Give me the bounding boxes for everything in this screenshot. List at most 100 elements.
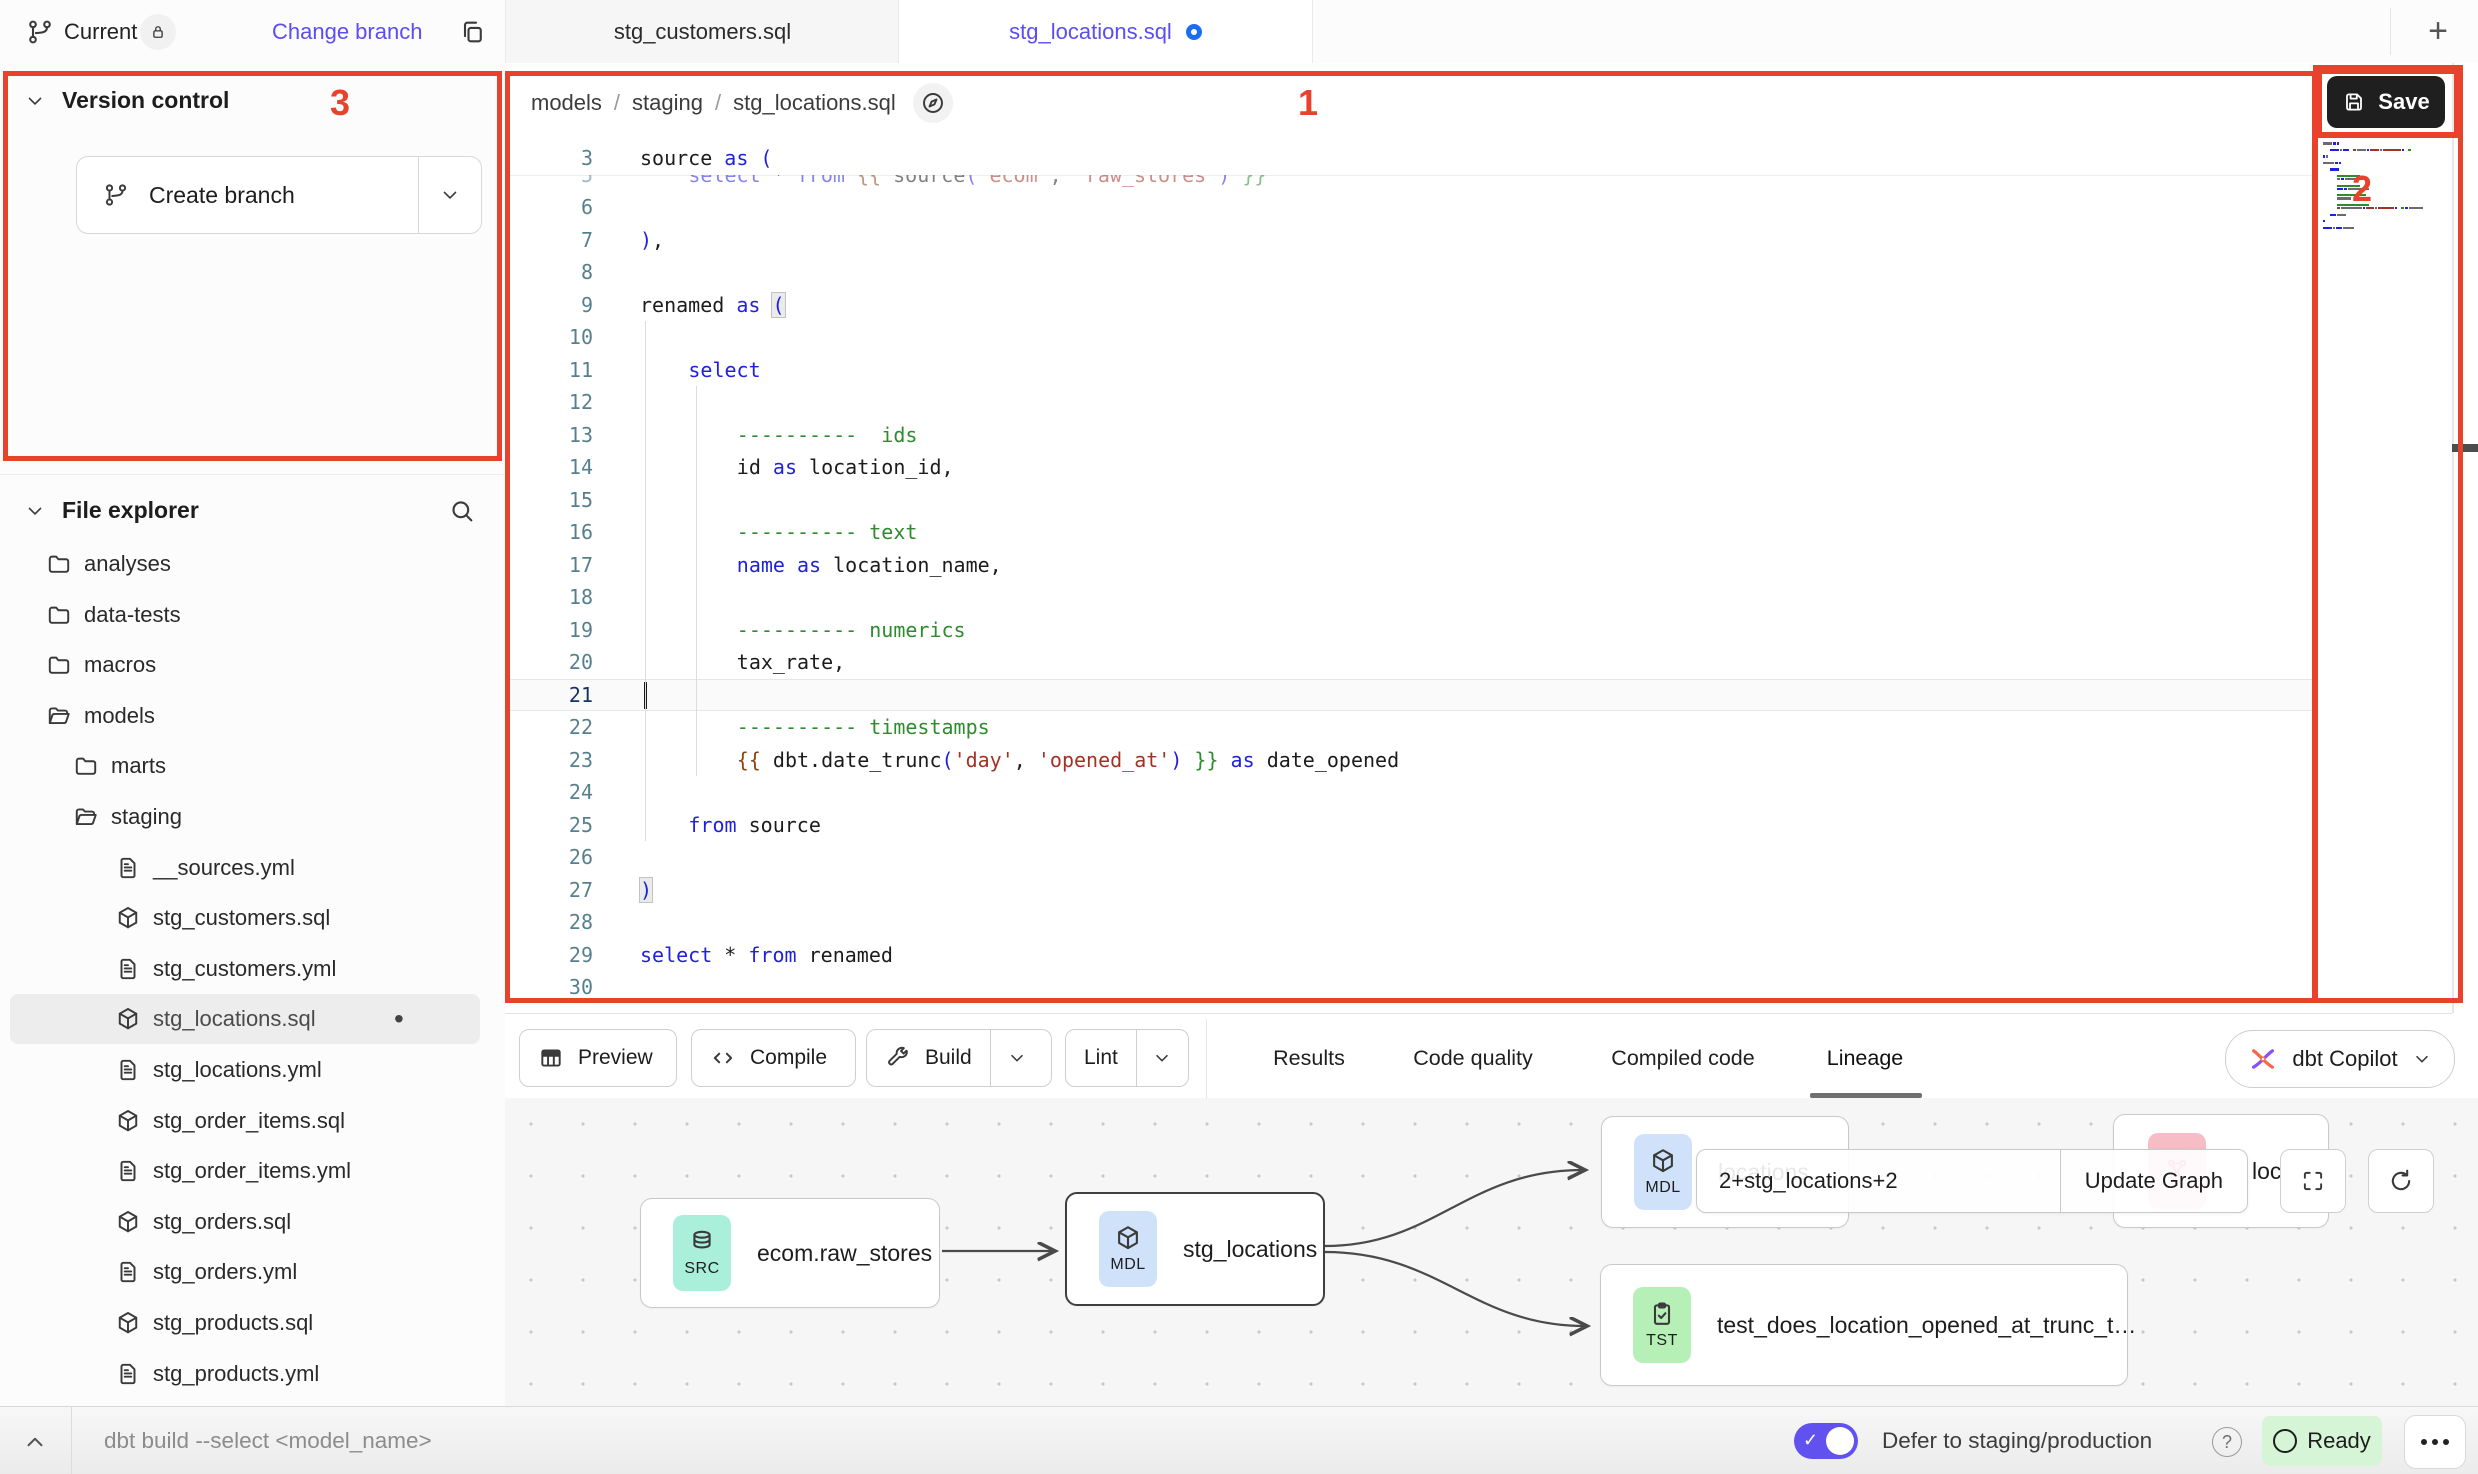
lineage-search-input[interactable]: 2+stg_locations+2 bbox=[1697, 1168, 2060, 1194]
new-tab-button[interactable]: + bbox=[2408, 0, 2468, 63]
lineage-refresh-button[interactable] bbox=[2368, 1149, 2434, 1213]
preview-button[interactable]: Preview bbox=[519, 1029, 677, 1087]
file-tree-item-data-tests[interactable]: data-tests bbox=[10, 590, 480, 640]
code-line-content bbox=[640, 776, 2312, 809]
code-line[interactable]: 7), bbox=[505, 224, 2312, 257]
file-tree-item-stg_locations-sql[interactable]: stg_locations.sql• bbox=[10, 994, 480, 1044]
code-line[interactable]: 28 bbox=[505, 906, 2312, 939]
code-line[interactable]: 26 bbox=[505, 841, 2312, 874]
lineage-search[interactable]: 2+stg_locations+2 Update Graph bbox=[1696, 1149, 2248, 1213]
tab-label: stg_locations.sql bbox=[1009, 19, 1172, 45]
code-line[interactable]: 25from source bbox=[505, 809, 2312, 842]
editor-minimap[interactable] bbox=[2323, 136, 2423, 232]
breadcrumb: models/staging/stg_locations.sql bbox=[531, 90, 896, 116]
line-number: 18 bbox=[505, 581, 605, 614]
copilot-compass-icon[interactable] bbox=[913, 83, 953, 123]
code-line[interactable]: 21 bbox=[505, 679, 2312, 712]
code-line[interactable]: 17name as location_name, bbox=[505, 549, 2312, 582]
file-tree-item-__sources-yml[interactable]: __sources.yml bbox=[10, 843, 480, 893]
lineage-node-src[interactable]: SRCecom.raw_stores bbox=[640, 1198, 940, 1308]
doc-icon bbox=[115, 855, 141, 881]
code-line[interactable]: 8 bbox=[505, 256, 2312, 289]
build-dropdown[interactable] bbox=[990, 1030, 1043, 1086]
code-editor[interactable]: 3source as (5select * from {{ source('ec… bbox=[505, 142, 2312, 1013]
code-line[interactable]: 30 bbox=[505, 971, 2312, 1004]
editor-tab-stg_locations-sql[interactable]: stg_locations.sql bbox=[898, 0, 1313, 63]
file-tree-item-models[interactable]: models bbox=[10, 691, 480, 741]
tab-code-quality[interactable]: Code quality bbox=[1413, 1019, 1533, 1098]
panel-resize-handle[interactable] bbox=[2452, 444, 2478, 452]
file-name: models bbox=[84, 703, 155, 729]
file-tree-item-marts[interactable]: marts bbox=[10, 741, 480, 791]
version-control-header[interactable]: Version control bbox=[24, 87, 229, 114]
button-label-wrap: Compile bbox=[692, 1045, 845, 1071]
code-line[interactable]: 23{{ dbt.date_trunc('day', 'opened_at') … bbox=[505, 744, 2312, 777]
code-line[interactable]: 20tax_rate, bbox=[505, 646, 2312, 679]
lineage-node-tst[interactable]: TSTtest_does_location_opened_at_trunc_t… bbox=[1600, 1264, 2128, 1386]
tab-results[interactable]: Results bbox=[1273, 1019, 1345, 1098]
button-label: Compile bbox=[750, 1046, 827, 1070]
compile-button[interactable]: Compile bbox=[691, 1029, 856, 1087]
code-line[interactable]: 29select * from renamed bbox=[505, 939, 2312, 972]
file-tree-item-stg_orders-sql[interactable]: stg_orders.sql bbox=[10, 1197, 480, 1247]
build-button[interactable]: Build bbox=[866, 1029, 1052, 1087]
code-line[interactable]: 12 bbox=[505, 386, 2312, 419]
create-branch-button[interactable]: Create branch bbox=[76, 156, 482, 234]
code-line[interactable]: 3source as ( bbox=[505, 142, 2312, 175]
more-options-button[interactable] bbox=[2404, 1415, 2466, 1469]
update-graph-button[interactable]: Update Graph bbox=[2060, 1150, 2247, 1212]
code-line[interactable]: 24 bbox=[505, 776, 2312, 809]
code-token: ( bbox=[772, 293, 784, 317]
defer-toggle[interactable]: ✓ bbox=[1794, 1423, 1858, 1459]
file-tree-item-stg_products-yml[interactable]: stg_products.yml bbox=[10, 1349, 480, 1399]
help-icon[interactable]: ? bbox=[2212, 1427, 2242, 1457]
file-explorer-header[interactable]: File explorer bbox=[24, 497, 199, 524]
code-line[interactable]: 19---------- numerics bbox=[505, 614, 2312, 647]
code-line[interactable]: 15 bbox=[505, 484, 2312, 517]
file-tree-item-stg_products-sql[interactable]: stg_products.sql bbox=[10, 1298, 480, 1348]
code-line[interactable]: 5select * from {{ source('ecom', 'raw_st… bbox=[505, 175, 2312, 191]
change-branch-link[interactable]: Change branch bbox=[272, 0, 422, 63]
copy-branch-icon[interactable] bbox=[458, 18, 486, 46]
status-ready-badge[interactable]: Ready bbox=[2262, 1416, 2382, 1466]
file-tree-item-stg_orders-yml[interactable]: stg_orders.yml bbox=[10, 1247, 480, 1297]
code-line[interactable]: 22---------- timestamps bbox=[505, 711, 2312, 744]
save-button[interactable]: Save bbox=[2327, 76, 2445, 128]
model-cube-icon bbox=[115, 1310, 141, 1336]
code-line[interactable]: 9renamed as ( bbox=[505, 289, 2312, 322]
file-tree-item-stg_order_items-sql[interactable]: stg_order_items.sql bbox=[10, 1096, 480, 1146]
lint-dropdown[interactable] bbox=[1136, 1030, 1188, 1086]
code-line[interactable]: 18 bbox=[505, 581, 2312, 614]
code-line[interactable]: 13---------- ids bbox=[505, 419, 2312, 452]
lint-button[interactable]: Lint bbox=[1065, 1029, 1189, 1087]
tab-lineage[interactable]: Lineage bbox=[1827, 1019, 1904, 1098]
file-tree-item-stg_order_items-yml[interactable]: stg_order_items.yml bbox=[10, 1146, 480, 1196]
minimap-line bbox=[2323, 210, 2423, 212]
file-tree-item-stg_locations-yml[interactable]: stg_locations.yml bbox=[10, 1045, 480, 1095]
lineage-node-mdl[interactable]: MDLstg_locations bbox=[1065, 1192, 1325, 1306]
code-line[interactable]: 14id as location_id, bbox=[505, 451, 2312, 484]
editor-tab-stg_customers-sql[interactable]: stg_customers.sql bbox=[505, 0, 900, 63]
chevron-up-icon[interactable] bbox=[22, 1429, 48, 1455]
command-input[interactable]: dbt build --select <model_name> bbox=[104, 1407, 432, 1474]
lineage-fullscreen-button[interactable] bbox=[2280, 1149, 2346, 1213]
file-tree-item-stg_customers-yml[interactable]: stg_customers.yml bbox=[10, 944, 480, 994]
code-token: renamed bbox=[809, 943, 893, 967]
file-tree-item-analyses[interactable]: analyses bbox=[10, 539, 480, 589]
code-line[interactable]: 16---------- text bbox=[505, 516, 2312, 549]
dbt-copilot-button[interactable]: dbt Copilot bbox=[2225, 1030, 2455, 1088]
file-tree-item-staging[interactable]: staging bbox=[10, 792, 480, 842]
file-tree-item-stg_customers-sql[interactable]: stg_customers.sql bbox=[10, 893, 480, 943]
code-line[interactable]: 6 bbox=[505, 191, 2312, 224]
code-token: ( bbox=[965, 175, 977, 187]
create-branch-dropdown[interactable] bbox=[418, 157, 481, 233]
file-name: stg_customers.yml bbox=[153, 956, 336, 982]
line-number: 6 bbox=[505, 191, 605, 224]
divider bbox=[505, 1013, 2452, 1014]
file-tree-item-macros[interactable]: macros bbox=[10, 640, 480, 690]
code-line[interactable]: 27) bbox=[505, 874, 2312, 907]
code-line[interactable]: 10 bbox=[505, 321, 2312, 354]
code-line[interactable]: 11select bbox=[505, 354, 2312, 387]
tab-compiled-code[interactable]: Compiled code bbox=[1611, 1019, 1754, 1098]
search-icon[interactable] bbox=[448, 497, 476, 525]
